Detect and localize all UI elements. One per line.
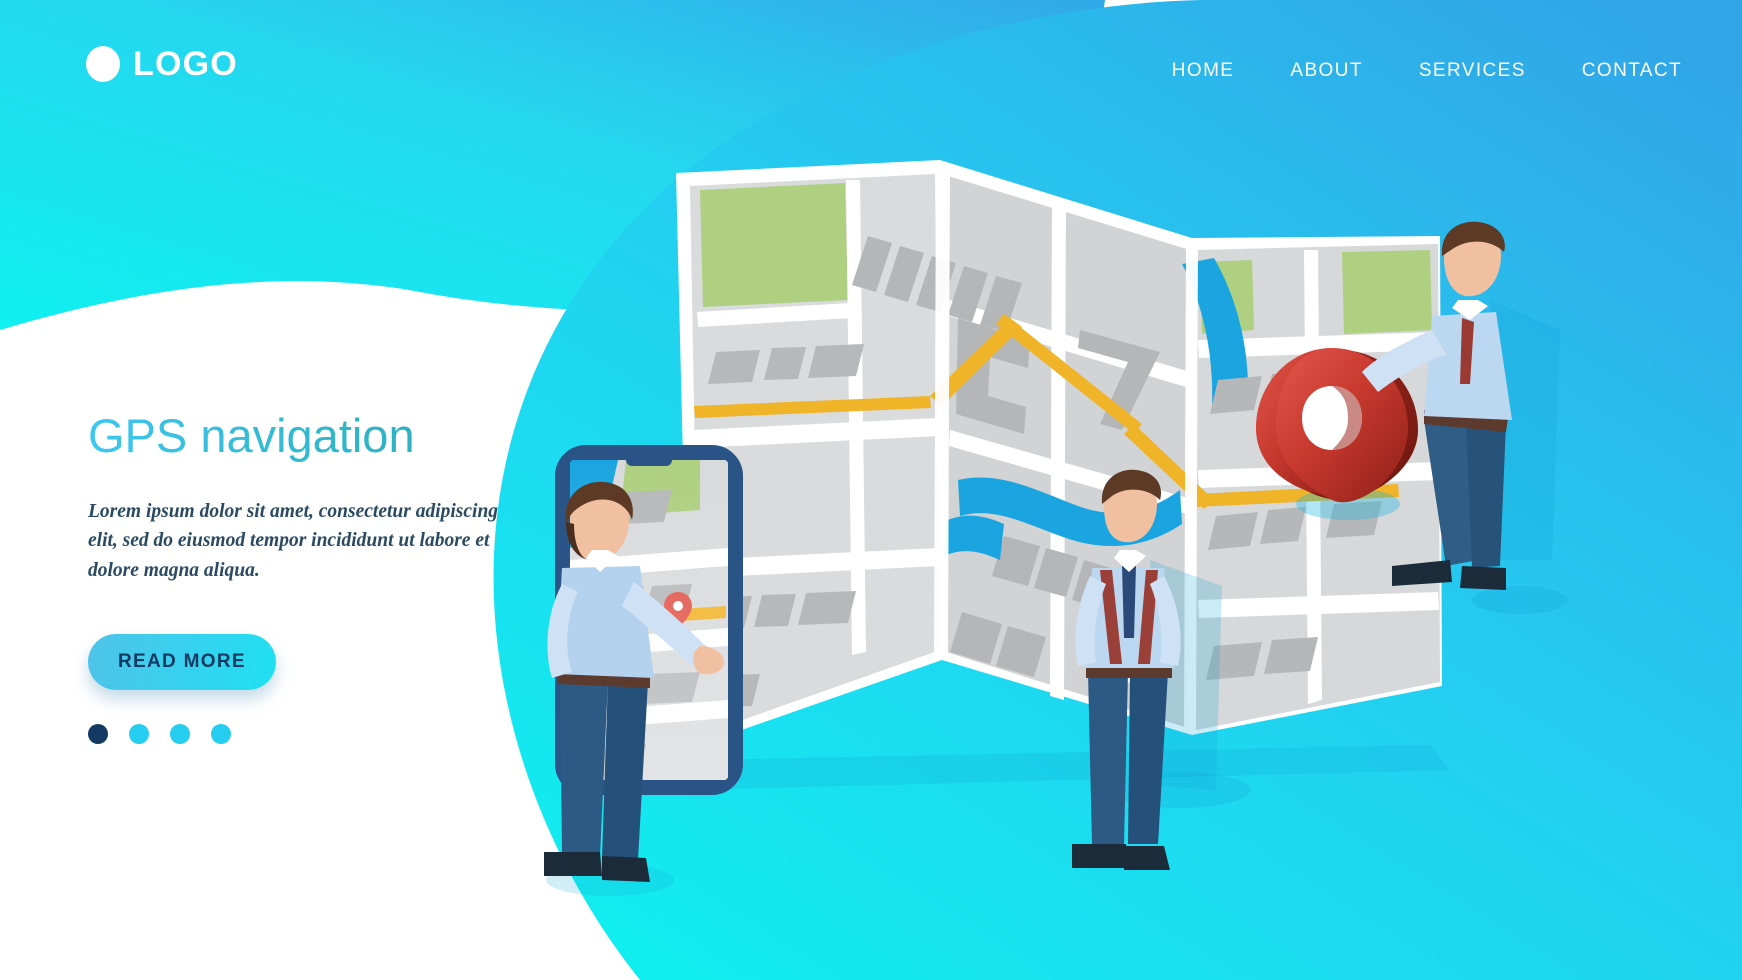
- page-title: GPS navigation: [88, 409, 528, 463]
- read-more-button[interactable]: READ MORE: [88, 633, 276, 690]
- carousel-dot-4[interactable]: [211, 723, 231, 744]
- nav-item-contact[interactable]: CONTACT: [1582, 60, 1682, 82]
- carousel-dot-2[interactable]: [129, 723, 149, 744]
- nav-item-home[interactable]: HOME: [1172, 60, 1235, 82]
- carousel-dot-3[interactable]: [170, 723, 190, 744]
- hero-paragraph: Lorem ipsum dolor sit amet, consectetur …: [88, 500, 499, 581]
- landing-page: LOGO HOME ABOUT SERVICES CONTACT GPS nav…: [0, 0, 1742, 980]
- main-navigation: HOME ABOUT SERVICES CONTACT: [1172, 60, 1682, 82]
- circle-logo-icon: [86, 46, 120, 82]
- nav-item-about[interactable]: ABOUT: [1290, 60, 1362, 82]
- logo-text: LOGO: [133, 45, 238, 83]
- carousel-dot-1[interactable]: [88, 723, 108, 744]
- nav-item-services[interactable]: SERVICES: [1419, 60, 1526, 82]
- carousel-dots: [88, 723, 528, 744]
- hero-copy: GPS navigation Lorem ipsum dolor sit ame…: [88, 409, 528, 744]
- brand-logo[interactable]: LOGO: [86, 46, 238, 82]
